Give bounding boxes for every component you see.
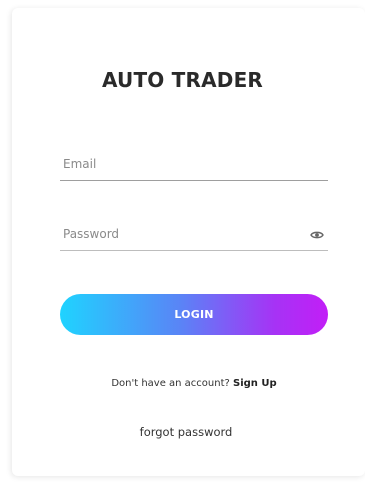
signup-link[interactable]: Sign Up (233, 378, 277, 389)
email-input[interactable] (63, 150, 303, 178)
signup-prompt: Don't have an account? (111, 378, 230, 389)
email-field-container (60, 150, 328, 181)
signup-row: Don't have an account? Sign Up (0, 378, 365, 389)
app-title: AUTO TRADER (101, 68, 264, 92)
eye-icon[interactable] (310, 227, 324, 241)
forgot-password-link[interactable]: forgot password (0, 425, 365, 439)
password-field-container (60, 220, 328, 251)
login-button[interactable]: LOGIN (60, 294, 328, 335)
password-input[interactable] (63, 220, 303, 248)
